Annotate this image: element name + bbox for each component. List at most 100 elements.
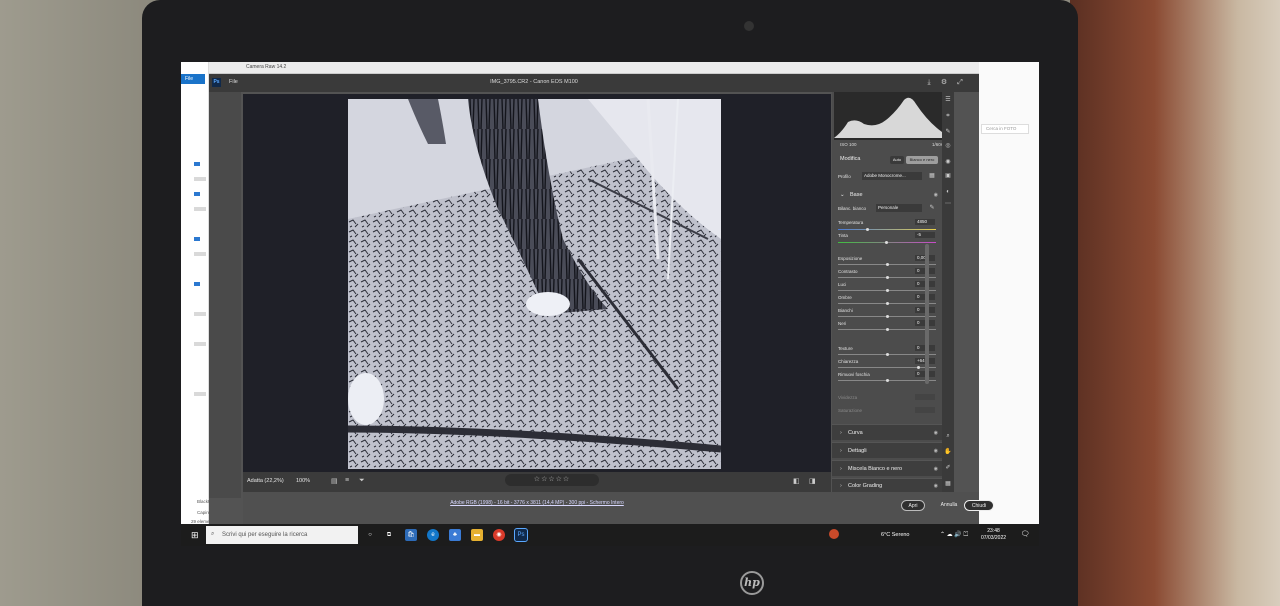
close-button[interactable]: Chiudi [964,500,994,511]
task-view-icon[interactable]: ⧉ [383,529,395,541]
explorer-nav-item[interactable] [194,177,206,181]
explorer-nav-item[interactable] [194,252,206,256]
open-button[interactable]: Apri [901,500,925,511]
tone-thumb[interactable] [886,315,889,318]
chrome-icon[interactable]: ◉ [493,529,505,541]
details-section[interactable]: Dettagli ◉ [832,442,942,459]
base-header[interactable]: ⌄ Base ◉ [832,190,942,202]
presence-slider[interactable] [838,366,936,369]
tone-thumb[interactable] [886,302,889,305]
photoshop-taskbar-icon[interactable]: Ps [514,528,528,542]
tone-thumb[interactable] [886,263,889,266]
explorer-nav-item[interactable] [194,342,206,346]
cancel-button[interactable]: Annulla [936,500,962,511]
tone-slider[interactable] [838,289,936,292]
eye-icon[interactable]: ◉ [934,192,938,198]
explorer-nav-item[interactable] [194,312,206,316]
workflow-options-link[interactable]: Adobe RGB (1998) - 16 bit - 3776 x 3811 … [243,500,831,506]
weather-widget[interactable]: 6°C Sereno [881,532,910,538]
explorer-nav-item[interactable] [194,192,200,196]
temperature-slider[interactable] [838,228,936,231]
chevron-down-icon: ⌄ [840,192,845,198]
explorer-nav-item[interactable] [194,162,200,166]
tray-icons[interactable]: ⌃ ☁ 🔊 ⏍ [933,529,975,541]
clock[interactable]: 23:48 07/03/2022 [981,528,1006,542]
presence-thumb[interactable] [916,366,920,369]
tint-slider[interactable] [838,241,936,244]
fullscreen-icon[interactable]: ⤢ [955,78,965,88]
panel-scrollbar[interactable] [925,244,929,384]
filter-icon[interactable]: ⏷ [359,477,365,485]
color-sampler-icon[interactable]: ✐ [944,464,952,472]
crop-icon[interactable]: ⌗ [944,112,952,120]
tone-slider[interactable] [838,276,936,279]
explorer-nav-item[interactable] [194,282,200,286]
store-icon[interactable]: 🛍 [405,529,417,541]
tone-thumb[interactable] [886,289,889,292]
bw-mix-section[interactable]: Miscela Bianco e nero ◉ [832,460,942,477]
explorer-nav-item[interactable] [194,392,206,396]
photo[interactable] [348,99,721,469]
tone-thumb[interactable] [886,328,889,331]
zoom-fit-dropdown[interactable]: Adatta (22,2%) [247,478,284,484]
temperature-thumb[interactable] [866,228,869,231]
tone-slider[interactable] [838,315,936,318]
edge-icon[interactable]: e [427,529,439,541]
notification-app-icon[interactable] [829,529,839,539]
eyedropper-icon[interactable]: ✎ [928,204,936,212]
notification-center-icon[interactable]: 🗨 [1019,529,1031,541]
tint-thumb[interactable] [885,241,888,244]
presets-icon[interactable]: ◐ [944,188,952,196]
curve-section[interactable]: Curva ◉ [832,424,942,441]
image-preview[interactable] [243,94,831,472]
zoom-icon[interactable]: ⌕ [944,432,952,440]
explorer-nav-item[interactable] [194,237,200,241]
wb-dropdown[interactable]: Personale [876,204,922,212]
tone-slider[interactable] [838,302,936,305]
zoom-100-button[interactable]: 100% [296,478,310,484]
taskbar-search-input[interactable]: Scrivi qui per eseguire la ricerca [206,526,358,544]
edit-sliders-icon[interactable]: ☰ [944,96,952,104]
auto-button[interactable]: Auto [890,156,904,164]
grid-icon[interactable]: ▦ [944,480,952,488]
heal-icon[interactable]: ◎ [944,142,952,150]
gear-icon[interactable]: ⚙ [939,78,949,88]
brush-icon[interactable]: ✎ [944,128,952,136]
windows-start-icon[interactable]: ⊞ [191,530,199,541]
color-grading-label: Color Grading [848,483,883,489]
explorer-file-tab[interactable]: File [181,74,205,84]
tone-thumb[interactable] [886,276,889,279]
color-grading-section[interactable]: Color Grading ◉ [832,478,942,493]
presence-thumb[interactable] [886,379,889,382]
eye-icon[interactable]: ◉ [934,461,938,477]
rating-stars[interactable]: ☆☆☆☆☆ [505,474,599,486]
eye-icon[interactable]: ◉ [934,443,938,459]
save-icon[interactable]: ⤓ [924,78,934,88]
app-icon[interactable]: ♣ [449,529,461,541]
eye-icon[interactable]: ◉ [934,479,938,493]
sort-icon[interactable]: ≡ [345,477,349,484]
tone-slider[interactable] [838,263,936,266]
presence-slider[interactable] [838,353,936,356]
compare-icon[interactable]: ◧ [793,477,800,485]
filmstrip-icon[interactable]: ▤ [331,477,338,485]
tone-slider[interactable] [838,328,936,331]
profile-dropdown[interactable]: Adobe Monocrome... [862,172,922,180]
temperature-value[interactable]: 4850 [915,219,935,225]
before-after-icon[interactable]: ◨ [809,477,816,485]
cortana-icon[interactable]: ○ [364,529,376,541]
explorer-search-input[interactable]: Cerca in FOTO [981,124,1029,134]
snapshot-icon[interactable]: ▣ [944,172,952,180]
presence-slider[interactable] [838,379,936,382]
bw-button[interactable]: Bianco e nero [906,156,938,164]
more-icon[interactable]: ⋯ [944,200,952,208]
redeye-icon[interactable]: ◉ [944,158,952,166]
presence-thumb[interactable] [886,353,889,356]
explorer-nav-item[interactable] [194,207,206,211]
hand-icon[interactable]: ✋ [944,448,952,456]
eye-icon[interactable]: ◉ [934,425,938,441]
profile-browser-icon[interactable]: ▦ [928,172,936,180]
file-explorer-icon[interactable]: ▬ [471,529,483,541]
tint-value[interactable]: -5 [915,232,935,238]
tone-label: Neri [838,321,847,326]
